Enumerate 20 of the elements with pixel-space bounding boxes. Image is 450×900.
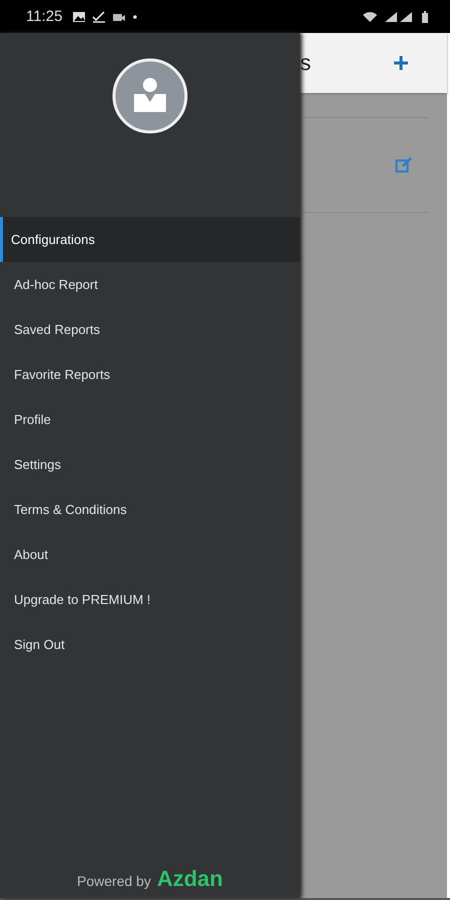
wifi-icon — [362, 10, 378, 22]
menu-item[interactable]: Sign Out — [0, 622, 300, 667]
menu-item[interactable]: Upgrade to PREMIUM ! — [0, 577, 300, 622]
brand-logo: Azdan — [156, 866, 223, 892]
status-time: 11:25 — [26, 8, 62, 25]
image-icon — [72, 10, 86, 22]
checkmark-icon — [92, 10, 106, 22]
powered-by-label: Powered by — [77, 873, 151, 889]
menu-item[interactable]: Configurations — [0, 217, 300, 262]
menu-item[interactable]: Ad-hoc Report — [0, 262, 300, 307]
menu-item[interactable]: About — [0, 532, 300, 577]
avatar-icon — [112, 58, 188, 134]
add-icon[interactable] — [393, 55, 409, 71]
menu-item[interactable]: Profile — [0, 397, 300, 442]
battery-icon — [420, 10, 430, 22]
menu-item[interactable]: Favorite Reports — [0, 352, 300, 397]
menu-item[interactable]: Settings — [0, 442, 300, 487]
signal-icon — [384, 10, 414, 22]
menu-item[interactable]: Saved Reports — [0, 307, 300, 352]
menu-item[interactable]: Terms & Conditions — [0, 487, 300, 532]
